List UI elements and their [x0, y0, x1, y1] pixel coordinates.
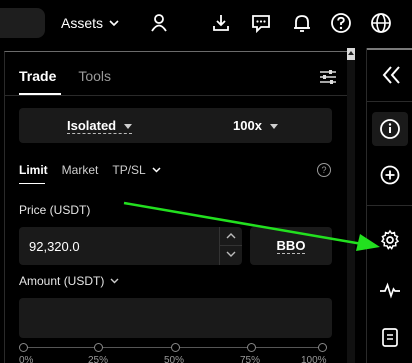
- download-icon[interactable]: [210, 12, 232, 34]
- activity-icon[interactable]: [379, 279, 401, 301]
- caret-down-icon: [269, 124, 278, 130]
- amount-input[interactable]: [19, 298, 332, 338]
- sidebar-divider: [367, 205, 412, 206]
- leverage-label: 100x: [233, 118, 262, 133]
- sidebar-top-border: [367, 48, 412, 50]
- price-increment-button[interactable]: [220, 227, 242, 246]
- scroll-up-arrow[interactable]: [347, 48, 355, 60]
- bbo-button[interactable]: BBO: [250, 227, 332, 265]
- slider-label-75: 75%: [240, 355, 261, 363]
- tab-tools[interactable]: Tools: [78, 68, 111, 84]
- margin-mode-label: Isolated: [67, 118, 117, 133]
- order-type-tabs: Limit Market TP/SL: [19, 163, 161, 184]
- price-decrement-button[interactable]: [220, 246, 242, 265]
- chevron-down-icon: [226, 251, 236, 257]
- assets-menu[interactable]: Assets: [61, 15, 119, 31]
- tab-divider: [4, 95, 347, 96]
- chevron-down-icon: [109, 19, 119, 26]
- clipboard-icon[interactable]: [379, 326, 401, 348]
- search-box[interactable]: [0, 8, 45, 38]
- settings-icon[interactable]: [379, 229, 401, 251]
- margin-leverage-bar: Isolated 100x: [19, 108, 332, 143]
- add-icon[interactable]: [379, 164, 401, 186]
- chat-icon[interactable]: [250, 12, 272, 34]
- price-value: 92,320.0: [29, 239, 80, 254]
- help-icon[interactable]: [330, 12, 352, 34]
- order-tab-limit[interactable]: Limit: [19, 163, 48, 184]
- panel-tabs: Trade Tools: [19, 68, 111, 95]
- amount-label: Amount (USDT): [19, 274, 105, 288]
- assets-label: Assets: [61, 15, 104, 31]
- chevron-up-icon: [226, 233, 236, 239]
- slider-label-100: 100%: [301, 355, 327, 363]
- collapse-icon[interactable]: [372, 60, 408, 90]
- chevron-down-icon: [152, 167, 161, 173]
- order-tab-tpsl-label: TP/SL: [112, 163, 146, 177]
- panel-scrollbar[interactable]: [347, 48, 355, 363]
- chevron-down-icon: [110, 278, 119, 284]
- top-bar: Assets: [0, 0, 412, 48]
- leverage-selector[interactable]: 100x: [233, 118, 278, 133]
- slider-label-0: 0%: [19, 355, 34, 363]
- price-stepper: [219, 227, 242, 265]
- slider-label-50: 50%: [164, 355, 185, 363]
- sliders-icon[interactable]: [319, 68, 337, 86]
- order-tab-market[interactable]: Market: [62, 163, 99, 177]
- bbo-label: BBO: [276, 238, 306, 254]
- info-icon: [380, 119, 400, 139]
- bell-icon[interactable]: [291, 12, 313, 34]
- price-input[interactable]: 92,320.0: [19, 227, 242, 265]
- tab-trade[interactable]: Trade: [19, 68, 62, 95]
- amount-unit-selector[interactable]: Amount (USDT): [19, 274, 119, 288]
- globe-icon[interactable]: [370, 12, 392, 34]
- right-sidebar: [366, 48, 412, 363]
- slider-label-25: 25%: [88, 355, 109, 363]
- sidebar-divider: [367, 101, 412, 102]
- price-label: Price (USDT): [19, 203, 91, 217]
- caret-down-icon: [124, 124, 133, 130]
- user-icon[interactable]: [148, 12, 170, 34]
- order-help-icon[interactable]: ?: [317, 163, 331, 177]
- order-tab-tpsl[interactable]: TP/SL: [112, 163, 161, 177]
- margin-mode-selector[interactable]: Isolated: [67, 118, 133, 134]
- info-button[interactable]: [372, 112, 408, 146]
